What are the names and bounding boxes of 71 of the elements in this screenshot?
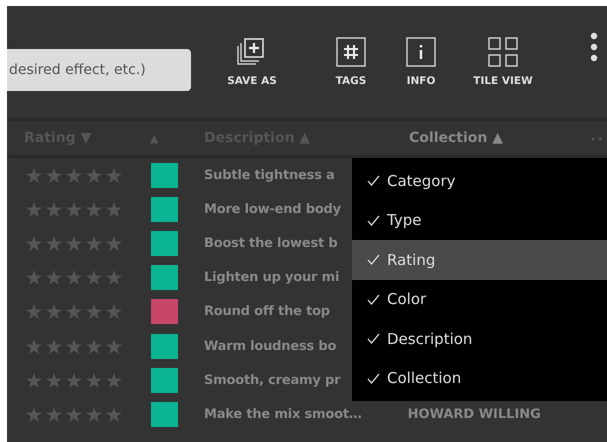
- star-icon: [26, 338, 42, 354]
- toolbar-button[interactable]: SAVE AS: [217, 37, 287, 87]
- check-icon: [367, 333, 380, 344]
- star-icon: [106, 406, 122, 422]
- star-icon: [26, 304, 42, 320]
- table-cell: Subtle tightness a: [204, 168, 335, 183]
- star-icon: [26, 202, 42, 217]
- star-icon: [86, 406, 102, 422]
- star-icon: [86, 338, 102, 354]
- star-icon: [86, 270, 102, 286]
- star-icon: [66, 372, 82, 388]
- check-icon: [367, 254, 380, 266]
- info-icon: [406, 37, 436, 67]
- star-icon: [66, 236, 82, 251]
- star-icon: [26, 270, 42, 286]
- table-cell: Boost the lowest b: [204, 236, 338, 251]
- star-icon: [66, 168, 82, 183]
- star-icon: [66, 270, 82, 286]
- star-icon: [86, 168, 102, 183]
- star-icon: [46, 236, 62, 251]
- star-icon: [106, 304, 122, 320]
- star-icon: [86, 236, 102, 251]
- star-icon: [46, 304, 62, 320]
- table-cell: Round off the top: [204, 304, 330, 320]
- star-icon: [86, 304, 102, 320]
- check-icon: [367, 372, 380, 384]
- check-icon: [367, 294, 380, 305]
- star-icon: [26, 372, 42, 388]
- star-icon: [86, 202, 102, 217]
- star-icon: [46, 338, 62, 354]
- star-icon: [106, 270, 122, 286]
- check-icon: [367, 175, 380, 186]
- table-cell: Make the mix smoot…: [204, 406, 362, 422]
- menu-item[interactable]: Type: [352, 200, 607, 240]
- column-header[interactable]: Collection ▲: [409, 130, 504, 146]
- star-icon: [66, 304, 82, 320]
- star-icon: [46, 406, 62, 422]
- star-icon: [46, 372, 62, 388]
- table-cell: Smooth, creamy pr: [204, 372, 340, 388]
- star-icon: [66, 202, 82, 217]
- star-icon: [106, 168, 122, 183]
- toolbar-button[interactable]: TAGS: [317, 37, 385, 87]
- toolbar-button[interactable]: INFO: [397, 37, 445, 87]
- grid-icon: [488, 37, 518, 67]
- search-field[interactable]: desired effect, etc.): [7, 49, 191, 91]
- star-icon: [46, 202, 62, 217]
- table-cell: HOWARD WILLING: [408, 406, 541, 422]
- star-icon: [26, 168, 42, 183]
- menu-item[interactable]: Description: [352, 319, 607, 359]
- star-icon: [26, 406, 42, 422]
- table-cell: Warm loudness bo: [204, 338, 336, 354]
- star-icon: [106, 372, 122, 388]
- check-icon: [367, 214, 380, 226]
- star-icon: [106, 202, 122, 217]
- hashtag-icon: [336, 37, 366, 67]
- star-icon: [66, 406, 82, 422]
- star-icon: [46, 168, 62, 183]
- table-cell: Lighten up your mi: [204, 270, 340, 286]
- star-icon: [26, 236, 42, 251]
- star-icon: [106, 338, 122, 354]
- star-icon: [46, 270, 62, 286]
- menu-item[interactable]: Color: [352, 280, 607, 320]
- menu-item[interactable]: Collection: [352, 358, 607, 398]
- star-icon: [86, 372, 102, 388]
- menu-item[interactable]: Rating: [352, 240, 607, 280]
- table-cell: More low-end body: [204, 202, 341, 217]
- menu-item[interactable]: Category: [352, 160, 607, 200]
- star-icon: [66, 338, 82, 354]
- more-icon[interactable]: [590, 32, 598, 62]
- toolbar-button[interactable]: TILE VIEW: [463, 37, 543, 87]
- star-icon: [106, 236, 122, 251]
